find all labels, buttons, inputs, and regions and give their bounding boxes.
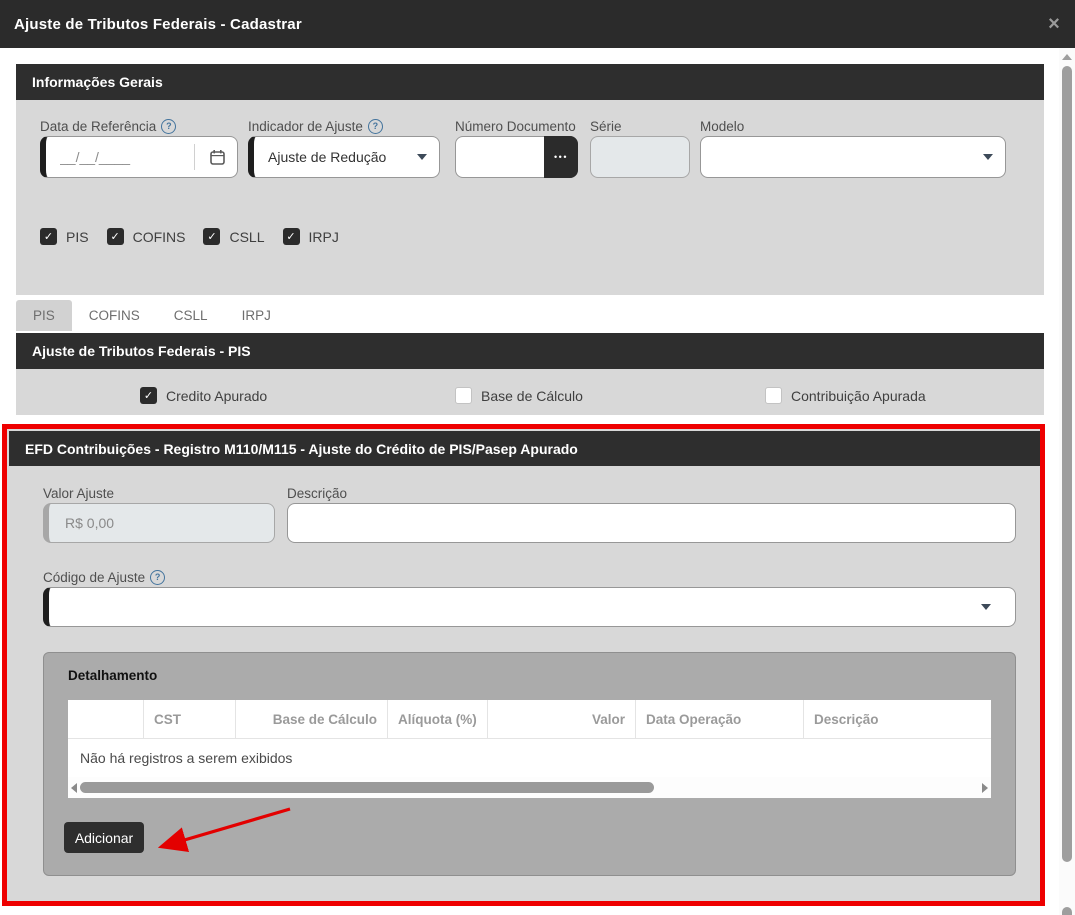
serie-label: Série bbox=[590, 119, 622, 134]
modal-titlebar: Ajuste de Tributos Federais - Cadastrar bbox=[0, 0, 1075, 48]
checkbox-cofins[interactable]: COFINS bbox=[107, 228, 186, 245]
numero-documento-label: Número Documento bbox=[455, 119, 576, 134]
column-header-cst: CST bbox=[143, 700, 235, 738]
checkbox-checked-icon[interactable] bbox=[107, 228, 124, 245]
table-empty-message: Não há registros a serem exibidos bbox=[68, 739, 991, 777]
checkbox-checked-icon[interactable] bbox=[283, 228, 300, 245]
data-referencia-label: Data de Referência ? bbox=[40, 119, 176, 134]
codigo-ajuste-label: Código de Ajuste ? bbox=[43, 570, 165, 585]
checkbox-irpj[interactable]: IRPJ bbox=[283, 228, 339, 245]
checkbox-checked-icon[interactable] bbox=[40, 228, 57, 245]
ellipsis-button[interactable]: ••• bbox=[544, 136, 578, 178]
scroll-left-icon[interactable] bbox=[71, 783, 77, 793]
descricao-label: Descrição bbox=[287, 486, 347, 501]
modelo-select[interactable] bbox=[700, 136, 1006, 178]
valor-ajuste-label: Valor Ajuste bbox=[43, 486, 114, 501]
column-header-data-operacao: Data Operação bbox=[635, 700, 803, 738]
tab-csll[interactable]: CSLL bbox=[157, 300, 225, 331]
section-header-pis: Ajuste de Tributos Federais - PIS bbox=[16, 333, 1044, 369]
checkbox-unchecked-icon[interactable] bbox=[765, 387, 782, 404]
chevron-down-icon bbox=[981, 604, 991, 610]
section-header-efd: EFD Contribuições - Registro M110/M115 -… bbox=[9, 431, 1040, 466]
detalhamento-table: CST Base de Cálculo Alíquota (%) Valor D… bbox=[68, 700, 991, 798]
tax-tabs: PIS COFINS CSLL IRPJ bbox=[16, 300, 288, 331]
modal-ajuste-tributos: Ajuste de Tributos Federais - Cadastrar … bbox=[0, 0, 1075, 915]
calendar-icon[interactable] bbox=[209, 149, 226, 169]
checkbox-base-de-calculo[interactable]: Base de Cálculo bbox=[455, 387, 583, 404]
checkbox-credito-apurado[interactable]: Credito Apurado bbox=[140, 387, 267, 404]
adicionar-button[interactable]: Adicionar bbox=[64, 822, 144, 853]
chevron-down-icon bbox=[417, 154, 427, 160]
modal-title: Ajuste de Tributos Federais - Cadastrar bbox=[0, 16, 302, 33]
checkbox-checked-icon[interactable] bbox=[140, 387, 157, 404]
checkbox-checked-icon[interactable] bbox=[203, 228, 220, 245]
checkbox-unchecked-icon[interactable] bbox=[455, 387, 472, 404]
indicador-ajuste-value: Ajuste de Redução bbox=[268, 149, 386, 165]
help-icon[interactable]: ? bbox=[150, 570, 165, 585]
vertical-scrollbar-thumb[interactable] bbox=[1062, 66, 1072, 862]
indicador-ajuste-select[interactable]: Ajuste de Redução bbox=[248, 136, 440, 178]
column-header-actions bbox=[68, 700, 143, 738]
descricao-field bbox=[287, 503, 1016, 543]
detalhamento-title: Detalhamento bbox=[68, 668, 157, 683]
checkbox-csll[interactable]: CSLL bbox=[203, 228, 264, 245]
tab-cofins[interactable]: COFINS bbox=[72, 300, 157, 331]
vertical-scrollbar[interactable] bbox=[1059, 48, 1075, 915]
section-title: Informações Gerais bbox=[32, 74, 163, 90]
modelo-label: Modelo bbox=[700, 119, 744, 134]
scroll-down-icon[interactable] bbox=[1062, 907, 1072, 915]
section-title: Ajuste de Tributos Federais - PIS bbox=[32, 343, 251, 359]
checkbox-contribuicao-apurada[interactable]: Contribuição Apurada bbox=[765, 387, 926, 404]
valor-ajuste-field bbox=[43, 503, 275, 543]
field-divider bbox=[194, 144, 195, 170]
tab-irpj[interactable]: IRPJ bbox=[225, 300, 288, 331]
horizontal-scrollbar-thumb[interactable] bbox=[80, 782, 654, 793]
scroll-right-icon[interactable] bbox=[982, 783, 988, 793]
help-icon[interactable]: ? bbox=[368, 119, 383, 134]
valor-ajuste-input bbox=[49, 515, 274, 531]
indicador-ajuste-label: Indicador de Ajuste ? bbox=[248, 119, 383, 134]
data-referencia-field bbox=[40, 136, 238, 178]
checkbox-pis[interactable]: PIS bbox=[40, 228, 89, 245]
serie-field bbox=[590, 136, 690, 178]
serie-input bbox=[591, 149, 689, 165]
horizontal-scrollbar[interactable] bbox=[68, 777, 991, 798]
close-icon[interactable]: × bbox=[1042, 12, 1066, 36]
column-header-base-calculo: Base de Cálculo bbox=[235, 700, 387, 738]
section-title: EFD Contribuições - Registro M110/M115 -… bbox=[25, 441, 578, 457]
chevron-down-icon bbox=[983, 154, 993, 160]
column-header-descricao: Descrição bbox=[803, 700, 991, 738]
scroll-up-icon[interactable] bbox=[1062, 54, 1072, 60]
numero-documento-field: ••• bbox=[455, 136, 578, 178]
help-icon[interactable]: ? bbox=[161, 119, 176, 134]
numero-documento-input[interactable] bbox=[456, 149, 546, 165]
tax-checkbox-row: PIS COFINS CSLL IRPJ bbox=[40, 228, 339, 245]
column-header-aliquota: Alíquota (%) bbox=[387, 700, 487, 738]
codigo-ajuste-select[interactable] bbox=[43, 587, 1016, 627]
section-header-informacoes-gerais: Informações Gerais bbox=[16, 64, 1044, 100]
descricao-input[interactable] bbox=[288, 515, 1015, 531]
table-header-row: CST Base de Cálculo Alíquota (%) Valor D… bbox=[68, 700, 991, 739]
tab-pis[interactable]: PIS bbox=[16, 300, 72, 331]
column-header-valor: Valor bbox=[487, 700, 635, 738]
